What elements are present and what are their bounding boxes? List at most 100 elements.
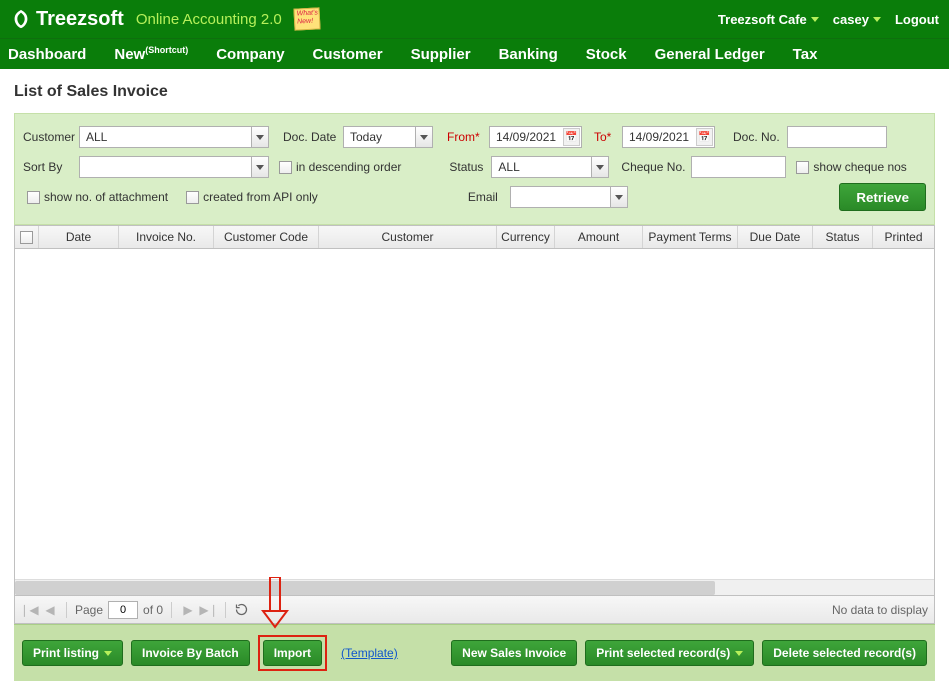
print-selected-label: Print selected record(s) xyxy=(596,646,730,660)
pager-first-icon: ❘◀ xyxy=(21,602,37,618)
header-right: Treezsoft Cafe casey Logout xyxy=(718,12,939,27)
to-date-value: 14/09/2021 xyxy=(629,130,689,144)
col-payment-terms[interactable]: Payment Terms xyxy=(643,226,738,248)
nav-stock[interactable]: Stock xyxy=(586,46,627,63)
brand-name: Treezsoft xyxy=(36,8,124,31)
col-amount[interactable]: Amount xyxy=(555,226,643,248)
page-body: List of Sales Invoice Customer ALL Doc. … xyxy=(0,69,949,695)
company-label: Treezsoft Cafe xyxy=(718,12,807,27)
invoice-by-batch-button[interactable]: Invoice By Batch xyxy=(131,640,250,666)
from-date-input[interactable]: 14/09/2021 📅 xyxy=(489,126,582,148)
status-select[interactable]: ALL xyxy=(491,156,609,178)
import-button[interactable]: Import xyxy=(263,640,322,666)
col-invoice-no[interactable]: Invoice No. xyxy=(119,226,214,248)
nav-company[interactable]: Company xyxy=(216,46,284,63)
sortby-select[interactable] xyxy=(79,156,269,178)
pager-of-label: of 0 xyxy=(143,603,163,617)
new-sales-invoice-button[interactable]: New Sales Invoice xyxy=(451,640,577,666)
chequeno-label: Cheque No. xyxy=(621,160,691,174)
user-menu[interactable]: casey xyxy=(833,12,881,27)
tagline: Online Accounting 2.0 xyxy=(136,11,282,28)
col-status[interactable]: Status xyxy=(813,226,873,248)
col-customer[interactable]: Customer xyxy=(319,226,497,248)
from-date-value: 14/09/2021 xyxy=(496,130,556,144)
pager-prev-icon: ◀ xyxy=(42,602,58,618)
pager-page-input[interactable] xyxy=(108,601,138,619)
docdate-label: Doc. Date xyxy=(283,130,343,144)
invoice-grid: Date Invoice No. Customer Code Customer … xyxy=(14,225,935,624)
chevron-down-icon xyxy=(251,157,268,177)
nav-tax[interactable]: Tax xyxy=(793,46,818,63)
nav-supplier[interactable]: Supplier xyxy=(411,46,471,63)
refresh-icon[interactable] xyxy=(234,602,249,617)
pager-next-icon: ▶ xyxy=(180,602,196,618)
nav-new-label: New xyxy=(114,46,145,63)
col-currency[interactable]: Currency xyxy=(497,226,555,248)
nav-new-shortcut: (Shortcut) xyxy=(145,45,188,55)
delete-selected-button[interactable]: Delete selected record(s) xyxy=(762,640,927,666)
email-label: Email xyxy=(468,190,510,204)
select-all-checkbox[interactable] xyxy=(20,231,33,244)
to-label: To* xyxy=(594,130,622,144)
whats-new-sticky[interactable]: What's New! xyxy=(293,7,320,30)
logout-link[interactable]: Logout xyxy=(895,12,939,27)
docno-input[interactable] xyxy=(787,126,887,148)
grid-h-scrollbar[interactable] xyxy=(15,579,934,595)
main-nav: Dashboard New(Shortcut) Company Customer… xyxy=(0,38,949,69)
logo-icon xyxy=(10,8,32,30)
chevron-down-icon xyxy=(811,17,819,22)
print-selected-button[interactable]: Print selected record(s) xyxy=(585,640,754,666)
customer-select[interactable]: ALL xyxy=(79,126,269,148)
nav-new[interactable]: New(Shortcut) xyxy=(114,45,188,63)
email-select[interactable] xyxy=(510,186,628,208)
chequeno-input[interactable] xyxy=(691,156,786,178)
status-label: Status xyxy=(449,160,491,174)
nav-gl[interactable]: General Ledger xyxy=(655,46,765,63)
chevron-down-icon xyxy=(415,127,432,147)
status-value: ALL xyxy=(498,160,519,174)
user-label: casey xyxy=(833,12,869,27)
col-customer-code[interactable]: Customer Code xyxy=(214,226,319,248)
print-listing-button[interactable]: Print listing xyxy=(22,640,123,666)
print-listing-label: Print listing xyxy=(33,646,99,660)
col-date[interactable]: Date xyxy=(39,226,119,248)
docno-label: Doc. No. xyxy=(733,130,787,144)
showcheque-label: show cheque nos xyxy=(813,160,906,174)
chevron-down-icon xyxy=(104,651,112,656)
col-due-date[interactable]: Due Date xyxy=(738,226,813,248)
shownoattach-checkbox[interactable] xyxy=(27,191,40,204)
chevron-down-icon xyxy=(873,17,881,22)
col-printed[interactable]: Printed xyxy=(873,226,934,248)
company-menu[interactable]: Treezsoft Cafe xyxy=(718,12,819,27)
chevron-down-icon xyxy=(610,187,627,207)
nav-customer[interactable]: Customer xyxy=(313,46,383,63)
customer-value: ALL xyxy=(86,130,107,144)
desc-label: in descending order xyxy=(296,160,401,174)
retrieve-button[interactable]: Retrieve xyxy=(839,183,926,211)
sortby-label: Sort By xyxy=(23,160,79,174)
from-label: From* xyxy=(447,130,489,144)
shownoattach-label: show no. of attachment xyxy=(44,190,168,204)
top-header: Treezsoft Online Accounting 2.0 What's N… xyxy=(0,0,949,38)
chevron-down-icon xyxy=(251,127,268,147)
chevron-down-icon xyxy=(735,651,743,656)
customer-label: Customer xyxy=(23,130,79,144)
pager-last-icon: ▶❘ xyxy=(201,602,217,618)
nav-banking[interactable]: Banking xyxy=(499,46,558,63)
showcheque-checkbox[interactable] xyxy=(796,161,809,174)
desc-checkbox[interactable] xyxy=(279,161,292,174)
pager-empty-text: No data to display xyxy=(832,603,928,617)
page-title: List of Sales Invoice xyxy=(14,83,935,101)
template-link[interactable]: (Template) xyxy=(341,646,398,660)
calendar-icon[interactable]: 📅 xyxy=(696,128,713,146)
nav-dashboard[interactable]: Dashboard xyxy=(8,46,86,63)
calendar-icon[interactable]: 📅 xyxy=(563,128,580,146)
filter-panel: Customer ALL Doc. Date Today From* 14/09… xyxy=(14,113,935,225)
to-date-input[interactable]: 14/09/2021 📅 xyxy=(622,126,715,148)
grid-body xyxy=(15,249,934,579)
pager-page-label: Page xyxy=(75,603,103,617)
grid-header: Date Invoice No. Customer Code Customer … xyxy=(15,225,934,249)
apionly-checkbox[interactable] xyxy=(186,191,199,204)
docdate-select[interactable]: Today xyxy=(343,126,433,148)
action-bar: Print listing Invoice By Batch Import (T… xyxy=(14,624,935,681)
